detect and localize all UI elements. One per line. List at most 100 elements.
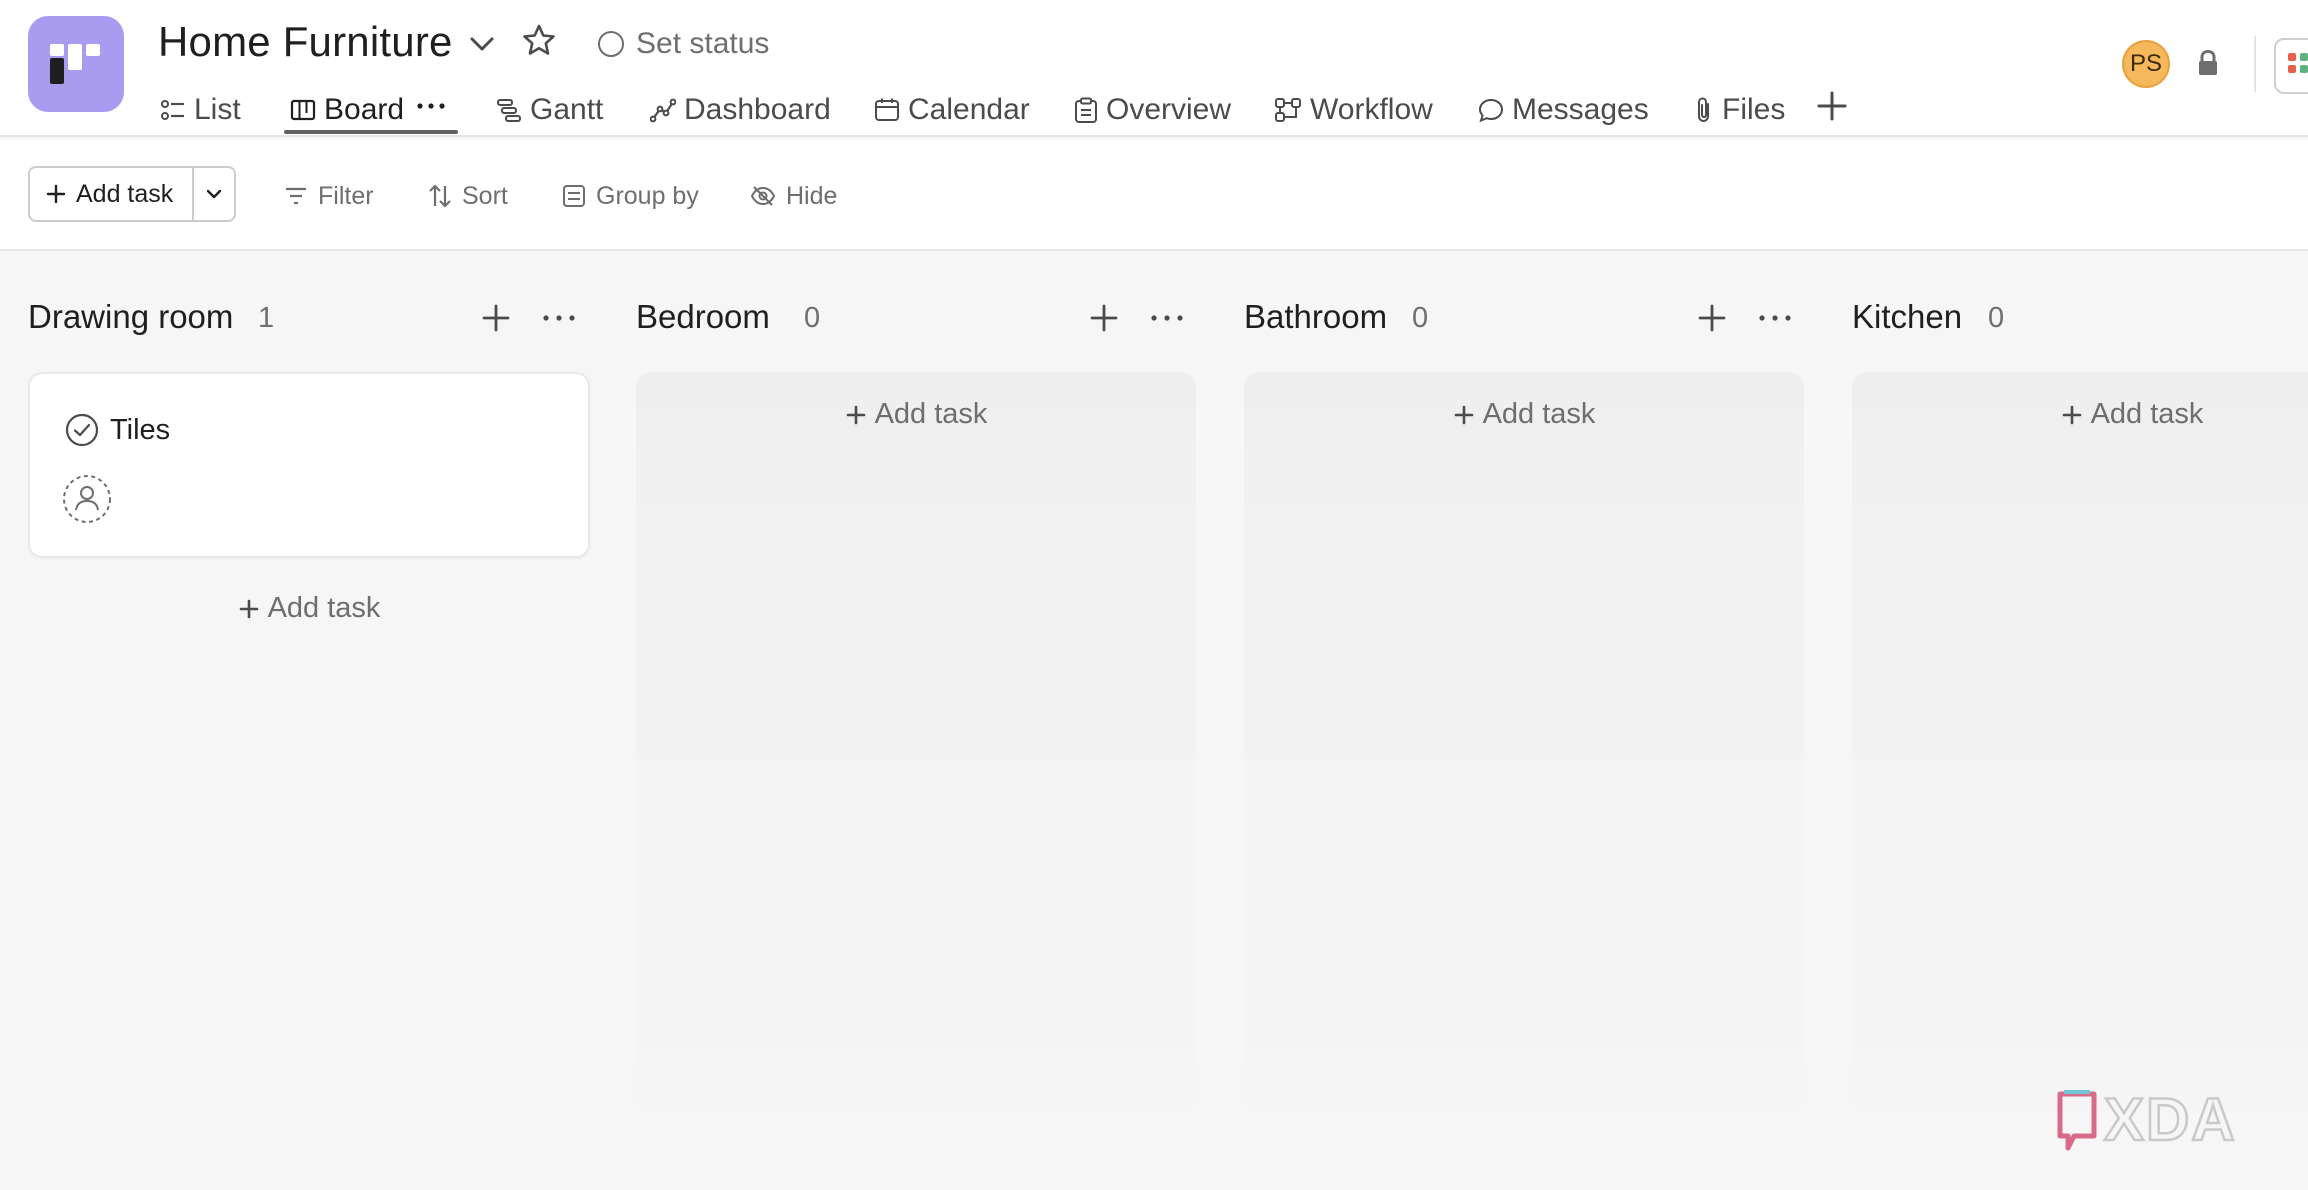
tab-messages[interactable]: Messages <box>1478 84 1649 136</box>
board-column-bedroom: Bedroom 0 Add task <box>636 252 1200 1112</box>
check-circle-icon[interactable] <box>64 412 100 448</box>
unassigned-user-icon[interactable] <box>62 474 112 524</box>
chevron-down-icon[interactable] <box>466 28 498 60</box>
tab-board[interactable]: Board <box>290 84 404 136</box>
add-task-label: Add task <box>1482 398 1596 430</box>
list-icon <box>161 100 184 120</box>
plus-icon <box>46 184 66 204</box>
board-column-kitchen: Kitchen 0 Add task <box>1852 252 2308 1112</box>
project-board-icon[interactable] <box>28 16 124 112</box>
hide-label: Hide <box>786 181 838 210</box>
column-title[interactable]: Kitchen <box>1852 298 1962 336</box>
tab-workflow-label: Workflow <box>1310 93 1433 126</box>
task-name[interactable]: Tiles <box>110 414 170 447</box>
column-task-count: 1 <box>258 302 275 334</box>
tab-dashboard[interactable]: Dashboard <box>650 84 831 136</box>
tab-list-label: List <box>194 93 241 126</box>
column-more-icon[interactable] <box>1756 300 1794 336</box>
filter-icon <box>286 187 306 205</box>
workflow-icon <box>1275 98 1301 122</box>
set-status-button[interactable]: Set status <box>598 24 769 64</box>
board-icon <box>290 99 316 121</box>
group-by-button[interactable]: Group by <box>562 181 699 211</box>
svg-text:XDA: XDA <box>2104 1086 2237 1153</box>
column-more-icon[interactable] <box>1148 300 1186 336</box>
column-title[interactable]: Bedroom <box>636 298 770 336</box>
add-task-split-button: Add task <box>28 166 236 222</box>
set-status-label: Set status <box>636 27 770 60</box>
tab-calendar-label: Calendar <box>908 93 1030 126</box>
add-task-link[interactable]: Add task <box>1244 398 1804 431</box>
tab-dashboard-label: Dashboard <box>684 93 831 126</box>
add-task-label: Add task <box>2090 398 2204 430</box>
tab-messages-label: Messages <box>1512 93 1649 126</box>
group-by-icon <box>563 185 585 207</box>
speech-bubble-icon <box>1478 98 1504 123</box>
add-task-label: Add task <box>76 179 174 208</box>
sort-icon <box>429 184 451 208</box>
add-task-link[interactable]: Add task <box>636 398 1196 431</box>
sort-label: Sort <box>462 181 508 210</box>
tab-files[interactable]: Files <box>1694 84 1785 136</box>
add-task-link[interactable]: Add task <box>1852 398 2308 431</box>
xda-watermark-logo: XDA <box>2057 1086 2237 1154</box>
hide-button[interactable]: Hide <box>750 181 837 211</box>
add-task-label: Add task <box>874 398 988 430</box>
board-column-bathroom: Bathroom 0 Add task <box>1244 252 1808 1112</box>
column-more-icon[interactable] <box>540 300 578 336</box>
status-circle-icon <box>598 31 624 57</box>
board-column-drawing-room: Drawing room 1 Tiles Add task <box>28 252 592 1112</box>
header-divider <box>2254 36 2256 92</box>
add-task-label: Add task <box>267 592 381 624</box>
add-task-link[interactable]: Add task <box>28 592 590 625</box>
active-tab-indicator <box>284 130 458 134</box>
clipboard-icon <box>1075 97 1097 123</box>
tab-calendar[interactable]: Calendar <box>874 84 1030 136</box>
apps-button[interactable] <box>2274 38 2308 94</box>
add-task-button[interactable]: Add task <box>30 168 195 220</box>
paperclip-icon <box>1698 97 1709 123</box>
plus-icon <box>239 599 258 618</box>
lock-icon[interactable] <box>2194 48 2222 78</box>
column-drop-area: Add task <box>1852 372 2308 1112</box>
filter-button[interactable]: Filter <box>284 181 374 211</box>
column-task-count: 0 <box>1412 302 1429 334</box>
column-task-count: 0 <box>804 302 821 334</box>
add-tab-icon[interactable] <box>1814 88 1850 124</box>
board-toolbar: Add task Filter Sort Group by Hide <box>0 139 2308 251</box>
tab-workflow[interactable]: Workflow <box>1274 84 1433 136</box>
tab-board-label: Board <box>324 93 405 126</box>
tab-overview[interactable]: Overview <box>1074 84 1231 136</box>
tab-gantt[interactable]: Gantt <box>496 84 603 136</box>
avatar[interactable]: PS <box>2122 40 2170 88</box>
plus-icon <box>846 405 865 424</box>
star-icon[interactable] <box>520 22 558 60</box>
column-drop-area: Add task <box>636 372 1196 1112</box>
column-title[interactable]: Bathroom <box>1244 298 1387 336</box>
add-task-dropdown-button[interactable] <box>194 168 234 220</box>
apps-grid-icon <box>2288 53 2308 73</box>
project-header: Home Furniture Set status List Board Gan… <box>0 0 2308 137</box>
gantt-icon <box>497 99 521 122</box>
column-add-icon[interactable] <box>478 300 514 336</box>
chevron-down-icon <box>207 189 222 199</box>
column-title[interactable]: Drawing room <box>28 298 233 336</box>
plus-icon <box>1454 405 1473 424</box>
calendar-icon <box>875 98 899 121</box>
column-drop-area: Add task <box>1244 372 1804 1112</box>
plus-icon <box>2062 405 2081 424</box>
sort-button[interactable]: Sort <box>428 181 508 211</box>
tab-more-icon[interactable] <box>414 86 448 126</box>
eye-off-icon <box>750 186 776 206</box>
task-card[interactable]: Tiles <box>28 372 590 558</box>
project-title[interactable]: Home Furniture <box>158 18 453 66</box>
dashboard-icon <box>650 98 676 123</box>
column-add-icon[interactable] <box>1086 300 1122 336</box>
filter-label: Filter <box>318 181 374 210</box>
column-add-icon[interactable] <box>1694 300 1730 336</box>
tab-list[interactable]: List <box>160 84 241 136</box>
column-task-count: 0 <box>1988 302 2005 334</box>
group-by-label: Group by <box>596 181 699 210</box>
tab-files-label: Files <box>1722 93 1786 126</box>
tab-gantt-label: Gantt <box>530 93 604 126</box>
